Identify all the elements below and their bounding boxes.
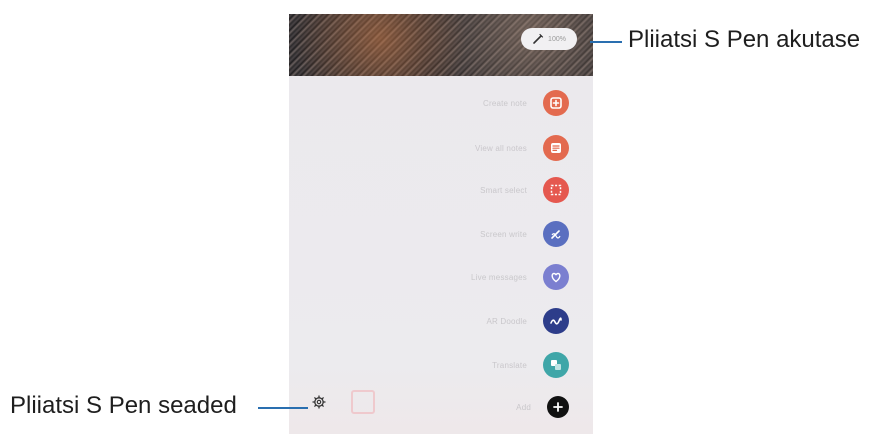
add-icon (547, 396, 569, 418)
live-messages-icon (543, 264, 569, 290)
air-command-panel: Create note View all notes Smart select … (289, 76, 593, 434)
menu-item-smart-select[interactable]: Smart select (480, 177, 569, 203)
menu-item-add[interactable]: Add (516, 396, 569, 418)
battery-callout-line (590, 41, 622, 43)
view-notes-icon (543, 135, 569, 161)
settings-callout-line (258, 407, 308, 409)
menu-item-view-notes[interactable]: View all notes (475, 135, 569, 161)
screen-write-icon (543, 221, 569, 247)
smart-select-icon (543, 177, 569, 203)
faint-window-handle (351, 390, 375, 414)
ar-doodle-icon (543, 308, 569, 334)
menu-item-label: AR Doodle (486, 316, 527, 326)
menu-item-label: Translate (492, 360, 527, 370)
menu-item-screen-write[interactable]: Screen write (480, 221, 569, 247)
create-note-icon (543, 90, 569, 116)
menu-item-label: Smart select (480, 185, 527, 195)
menu-item-translate[interactable]: Translate (492, 352, 569, 378)
menu-item-ar-doodle[interactable]: AR Doodle (486, 308, 569, 334)
menu-item-label: Create note (482, 98, 527, 108)
menu-item-label: View all notes (474, 143, 527, 153)
menu-item-label: Add (516, 402, 531, 412)
spen-battery-value: 100% (548, 35, 566, 43)
menu-item-label: Screen write (480, 229, 527, 239)
spen-battery-indicator[interactable]: 100% (521, 28, 577, 50)
battery-callout-label: Pliiatsi S Pen akutase (628, 26, 861, 53)
menu-item-live-messages[interactable]: Live messages (471, 264, 569, 290)
stage: 100% Create note View all notes Smart se… (0, 0, 879, 434)
menu-item-label: Live messages (471, 272, 527, 282)
settings-gear-icon[interactable] (312, 395, 326, 409)
spen-icon (533, 33, 544, 44)
menu-item-create-note[interactable]: Create note (483, 90, 569, 116)
settings-callout-label: Pliiatsi S Pen seaded (10, 392, 237, 419)
translate-icon (543, 352, 569, 378)
phone-screen: 100% Create note View all notes Smart se… (289, 14, 593, 434)
